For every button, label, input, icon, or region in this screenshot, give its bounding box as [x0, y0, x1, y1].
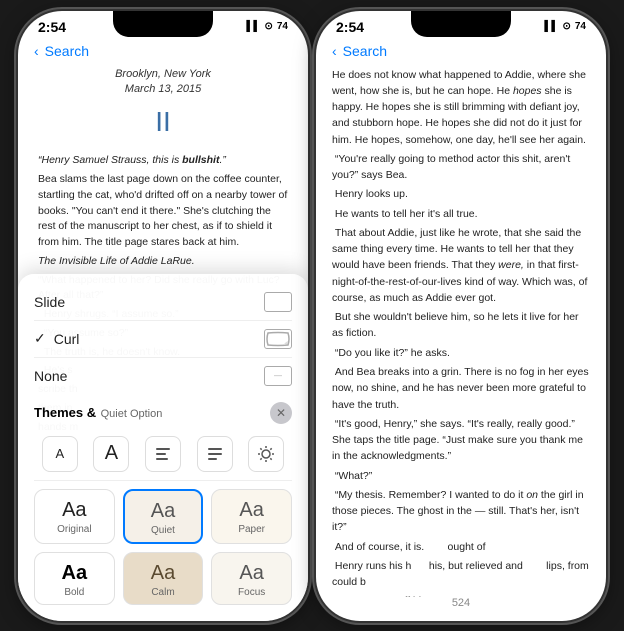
theme-calm-aa: Aa [151, 563, 175, 583]
theme-paper-aa: Aa [239, 500, 263, 520]
back-arrow-icon: ‹ [34, 43, 39, 59]
themes-header: Themes & Quiet Option ✕ [34, 402, 292, 424]
status-bar-right: 2:54 ▌▌ ⊙ 74 [316, 11, 606, 39]
status-time-left: 2:54 [38, 19, 66, 35]
increase-font-button[interactable]: A [93, 436, 129, 472]
font-style-button[interactable] [145, 436, 181, 472]
theme-calm[interactable]: Aa Calm [123, 552, 204, 605]
none-icon: — [264, 366, 292, 386]
themes-section: Themes & Quiet Option ✕ A A [18, 402, 308, 613]
right-phone: 2:54 ▌▌ ⊙ 74 ‹ Search He does not know w… [316, 11, 606, 621]
back-arrow-icon-right: ‹ [332, 43, 337, 59]
left-phone: 2:54 ▌▌ ⊙ 74 ‹ Search Brooklyn, New York… [18, 11, 308, 621]
status-icons-right: ▌▌ ⊙ 74 [544, 21, 586, 32]
book-title-area: Brooklyn, New YorkMarch 13, 2015 II [38, 67, 288, 144]
checkmark-icon: ✓ [34, 330, 46, 347]
battery-icon-right: 74 [575, 21, 586, 32]
signal-icon: ▌▌ [246, 21, 260, 32]
status-bar-left: 2:54 ▌▌ ⊙ 74 [18, 11, 308, 39]
theme-bold-aa: Aa [62, 563, 88, 583]
search-bar-right[interactable]: ‹ Search [316, 39, 606, 67]
theme-bold[interactable]: Aa Bold [34, 552, 115, 605]
notch-right [411, 11, 511, 37]
slide-option-slide[interactable]: Slide [34, 284, 292, 321]
status-time-right: 2:54 [336, 19, 364, 35]
slide-icon-right [264, 292, 292, 312]
wifi-icon: ⊙ [264, 21, 272, 32]
slide-options: Slide ✓ Curl [18, 284, 308, 402]
battery-icon: 74 [277, 21, 288, 32]
themes-title: Themes & Quiet Option [34, 404, 162, 422]
slide-option-none[interactable]: None — [34, 358, 292, 394]
theme-paper-label: Paper [238, 524, 265, 535]
brightness-button[interactable] [248, 436, 284, 472]
theme-focus[interactable]: Aa Focus [211, 552, 292, 605]
signal-icon-right: ▌▌ [544, 21, 558, 32]
chapter-number: II [38, 101, 288, 143]
wifi-icon-right: ⊙ [562, 21, 570, 32]
close-button[interactable]: ✕ [270, 402, 292, 424]
theme-original[interactable]: Aa Original [34, 489, 115, 544]
search-label-left: Search [45, 43, 89, 59]
none-label: None [34, 368, 67, 384]
search-bar-left[interactable]: ‹ Search [18, 39, 308, 67]
overlay-panel: Slide ✓ Curl [18, 274, 308, 621]
theme-bold-label: Bold [64, 587, 84, 598]
themes-title-text: Themes & [34, 405, 96, 420]
theme-focus-aa: Aa [239, 563, 263, 583]
status-icons-left: ▌▌ ⊙ 74 [246, 21, 288, 32]
slide-label: Slide [34, 294, 65, 310]
theme-original-label: Original [57, 524, 91, 535]
theme-original-aa: Aa [62, 500, 86, 520]
theme-quiet[interactable]: Aa Quiet [123, 489, 204, 544]
decrease-font-button[interactable]: A [42, 436, 78, 472]
theme-grid: Aa Original Aa Quiet Aa Paper Aa Bold [34, 489, 292, 613]
theme-quiet-aa: Aa [151, 501, 175, 521]
notch [113, 11, 213, 37]
theme-calm-label: Calm [151, 587, 174, 598]
quiet-option-text: Quiet Option [101, 408, 163, 420]
slide-option-curl[interactable]: ✓ Curl [34, 321, 292, 358]
theme-paper[interactable]: Aa Paper [211, 489, 292, 544]
theme-focus-label: Focus [238, 587, 265, 598]
book-content-right: He does not know what happened to Addie,… [316, 67, 606, 597]
font-controls: A A [34, 430, 292, 481]
search-label-right: Search [343, 43, 387, 59]
page-number: 524 [316, 593, 606, 613]
book-location: Brooklyn, New YorkMarch 13, 2015 [38, 67, 288, 98]
theme-quiet-label: Quiet [151, 525, 175, 536]
text-align-button[interactable] [197, 436, 233, 472]
curl-label: Curl [54, 331, 80, 347]
curl-icon [264, 329, 292, 349]
